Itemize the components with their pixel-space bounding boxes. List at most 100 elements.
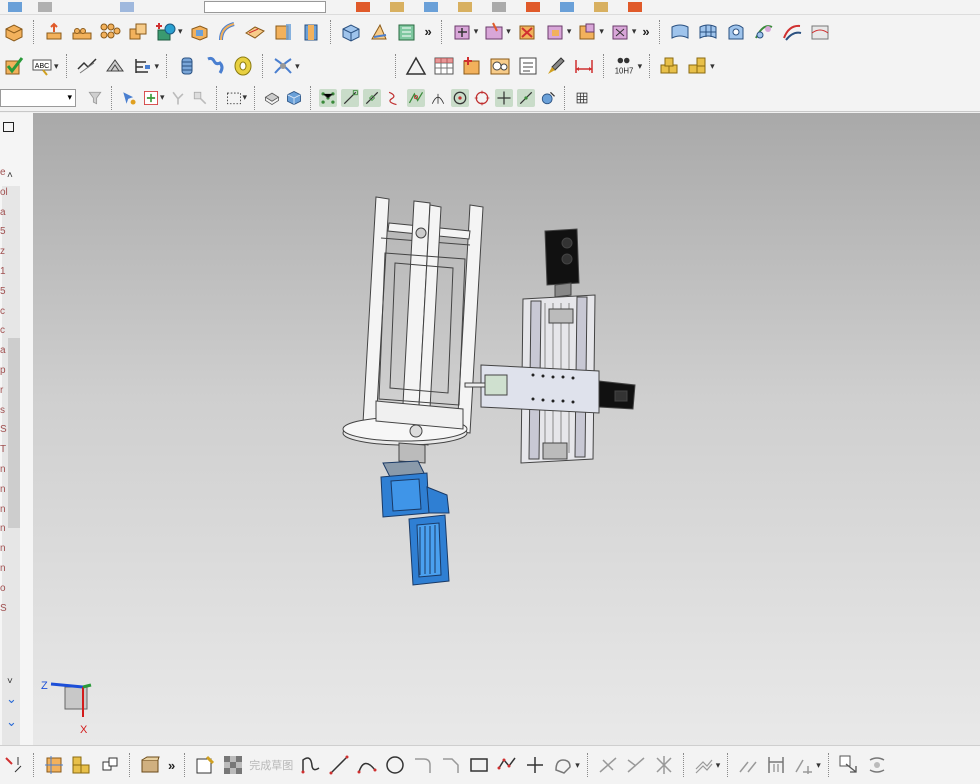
- vertical-frame-assembly[interactable]: [342, 196, 484, 464]
- navigator-node-fragment[interactable]: n: [0, 559, 8, 579]
- spring-icon[interactable]: [176, 55, 198, 77]
- expand-chevron-icon[interactable]: ⌄: [6, 714, 17, 730]
- swept-surface-icon[interactable]: [781, 21, 803, 43]
- rapid-dimension-icon[interactable]: [765, 754, 787, 776]
- navigator-node-fragment[interactable]: n: [0, 480, 8, 500]
- ruled-surface-icon[interactable]: [809, 21, 831, 43]
- dropdown-arrow[interactable]: ▾: [54, 61, 59, 72]
- more-commands-button[interactable]: »: [425, 24, 432, 39]
- rectangle-icon[interactable]: [468, 754, 490, 776]
- circle-icon[interactable]: [384, 754, 406, 776]
- animate-dimension-icon[interactable]: [866, 754, 888, 776]
- dropdown-arrow[interactable]: ▾: [632, 26, 637, 37]
- navigator-node-fragment[interactable]: o: [0, 579, 8, 599]
- snap-all-points-icon[interactable]: [319, 88, 338, 107]
- dropdown-arrow[interactable]: ▾: [816, 760, 821, 771]
- type-filter-dropdown[interactable]: ▾: [0, 88, 76, 107]
- navigator-node-fragment[interactable]: T: [0, 440, 8, 460]
- navigator-node-fragment[interactable]: n: [0, 519, 8, 539]
- tolerance-fit-icon[interactable]: 10H7: [613, 55, 637, 77]
- resize-face-icon[interactable]: [576, 21, 598, 43]
- select-features-icon[interactable]: [169, 89, 187, 107]
- dropdown-arrow[interactable]: ▾: [243, 92, 248, 103]
- dropdown-arrow[interactable]: ▾: [178, 26, 183, 37]
- scroll-down-button[interactable]: ˅: [7, 676, 13, 687]
- navigator-node-fragment[interactable]: S: [0, 599, 8, 619]
- grid-icon[interactable]: [573, 89, 591, 107]
- partial-combo[interactable]: [204, 1, 326, 13]
- dropdown-arrow[interactable]: ▾: [474, 26, 479, 37]
- cad-model[interactable]: [33, 113, 980, 745]
- partial-icon[interactable]: [8, 2, 22, 12]
- navigator-node-fragment[interactable]: ol: [0, 183, 8, 203]
- checkmate-icon[interactable]: [3, 55, 25, 77]
- snap-point-on-surface-icon[interactable]: [517, 88, 536, 107]
- navigator-node-fragment[interactable]: S: [0, 420, 8, 440]
- datum-feature-icon[interactable]: [132, 55, 154, 77]
- shaded-view-icon[interactable]: [285, 89, 303, 107]
- add-feature-icon[interactable]: [461, 55, 483, 77]
- navigator-node-fragment[interactable]: s: [0, 401, 8, 421]
- snap-control-point-icon[interactable]: [385, 89, 403, 107]
- delete-face-icon[interactable]: [516, 21, 538, 43]
- table-icon[interactable]: [433, 55, 455, 77]
- mirror-curve-icon[interactable]: [737, 754, 759, 776]
- sketch-assembly-icon[interactable]: [71, 754, 93, 776]
- studio-surface-icon[interactable]: [753, 21, 775, 43]
- scroll-thumb[interactable]: [8, 338, 20, 528]
- partial-icon[interactable]: [458, 2, 472, 12]
- snap-intersection-icon[interactable]: [407, 88, 426, 107]
- show-constraints-icon[interactable]: [838, 754, 860, 776]
- sketch-view-icon[interactable]: [139, 754, 161, 776]
- more-commands-button[interactable]: »: [168, 758, 175, 773]
- line-icon[interactable]: [328, 754, 350, 776]
- chamfer-icon[interactable]: [440, 754, 462, 776]
- sketch-in-task-icon[interactable]: [43, 754, 65, 776]
- wire-harness-icon[interactable]: [272, 55, 294, 77]
- through-curve-mesh-icon[interactable]: [697, 21, 719, 43]
- snap-point-on-curve-icon[interactable]: [495, 88, 514, 107]
- through-curves-icon[interactable]: [669, 21, 691, 43]
- quick-extend-icon[interactable]: [625, 754, 647, 776]
- studio-spline-icon[interactable]: [552, 754, 574, 776]
- partial-icon[interactable]: [356, 2, 370, 12]
- point-icon[interactable]: [524, 754, 546, 776]
- dropdown-arrow[interactable]: ▾: [710, 61, 715, 72]
- dropdown-arrow[interactable]: ▾: [155, 61, 160, 72]
- navigator-node-fragment[interactable]: z: [0, 242, 8, 262]
- partial-icon[interactable]: [560, 2, 574, 12]
- navigator-node-fragment[interactable]: c: [0, 321, 8, 341]
- select-components-icon[interactable]: [191, 89, 209, 107]
- symbolic-thread-icon[interactable]: [76, 55, 98, 77]
- navigator-node-fragment[interactable]: n: [0, 539, 8, 559]
- sketch-constraint-icon[interactable]: [99, 754, 121, 776]
- navigator-node-fragment[interactable]: a: [0, 341, 8, 361]
- navigator-node-fragment[interactable]: n: [0, 500, 8, 520]
- navigator-node-fragment[interactable]: a: [0, 203, 8, 223]
- note-icon[interactable]: [517, 55, 539, 77]
- thicken-icon[interactable]: [300, 21, 322, 43]
- navigator-node-fragment[interactable]: 1: [0, 262, 8, 282]
- linear-slide-module[interactable]: [464, 228, 636, 464]
- partial-icon[interactable]: [120, 2, 134, 12]
- snap-endpoint-icon[interactable]: [341, 88, 360, 107]
- quick-trim-icon[interactable]: [597, 754, 619, 776]
- expand-chevron-icon[interactable]: ⌄: [6, 691, 17, 707]
- offset-surface-icon[interactable]: [396, 21, 418, 43]
- dimension-icon[interactable]: [573, 55, 595, 77]
- maximize-button[interactable]: [3, 122, 14, 132]
- snap-center-icon[interactable]: [451, 88, 470, 107]
- partial-icon[interactable]: [526, 2, 540, 12]
- snap-arc-center-icon[interactable]: [429, 89, 447, 107]
- dropdown-arrow[interactable]: ▾: [160, 92, 165, 103]
- move-face-icon[interactable]: [451, 21, 473, 43]
- navigator-node-fragment[interactable]: c: [0, 302, 8, 322]
- coil-icon[interactable]: [204, 55, 226, 77]
- snap-bounded-grid-icon[interactable]: [539, 89, 557, 107]
- navigator-node-fragment[interactable]: n: [0, 460, 8, 480]
- sweep-icon[interactable]: [216, 21, 238, 43]
- n-sided-surface-icon[interactable]: [725, 21, 747, 43]
- surface-icon[interactable]: [244, 21, 266, 43]
- partial-icon[interactable]: [38, 2, 52, 12]
- dropdown-arrow[interactable]: ▾: [567, 26, 572, 37]
